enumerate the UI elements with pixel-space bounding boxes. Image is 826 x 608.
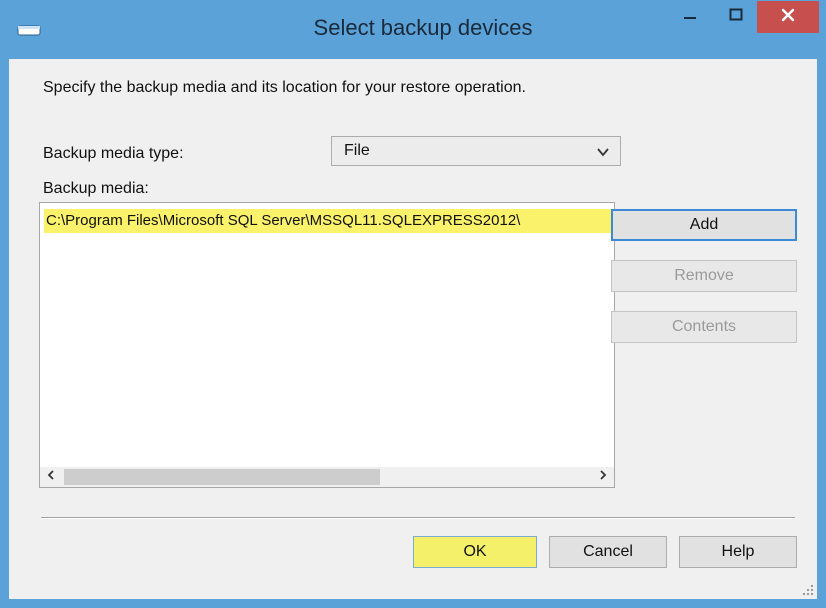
maximize-icon: [729, 8, 743, 27]
scroll-thumb[interactable]: [64, 469, 380, 485]
minimize-icon: [683, 8, 697, 27]
add-button[interactable]: Add: [611, 209, 797, 241]
contents-button[interactable]: Contents: [611, 311, 797, 343]
list-item[interactable]: C:\Program Files\Microsoft SQL Server\MS…: [44, 209, 612, 233]
help-button[interactable]: Help: [679, 536, 797, 568]
title-bar[interactable]: Select backup devices: [1, 1, 825, 59]
minimize-button[interactable]: [667, 1, 713, 33]
horizontal-scrollbar[interactable]: [40, 467, 614, 487]
chevron-down-icon: [596, 145, 610, 157]
backup-media-list[interactable]: C:\Program Files\Microsoft SQL Server\MS…: [39, 202, 615, 488]
dialog-body: Specify the backup media and its locatio…: [9, 59, 817, 599]
dialog-window: Select backup devices Specify the backup…: [0, 0, 826, 608]
chevron-right-icon: [598, 468, 608, 486]
close-icon: [781, 8, 795, 27]
chevron-left-icon: [46, 468, 56, 486]
scroll-right-button[interactable]: [592, 467, 614, 487]
close-button[interactable]: [757, 1, 819, 33]
cancel-button[interactable]: Cancel: [549, 536, 667, 568]
media-type-label: Backup media type:: [43, 145, 184, 162]
instruction-text: Specify the backup media and its locatio…: [43, 79, 526, 96]
maximize-button[interactable]: [713, 1, 759, 33]
ok-button[interactable]: OK: [413, 536, 537, 568]
media-label: Backup media:: [43, 180, 149, 197]
remove-button[interactable]: Remove: [611, 260, 797, 292]
separator: [41, 517, 795, 519]
media-type-dropdown[interactable]: File: [331, 136, 621, 166]
media-type-value: File: [344, 142, 370, 159]
resize-grip-icon[interactable]: [801, 583, 815, 597]
scroll-left-button[interactable]: [40, 467, 62, 487]
